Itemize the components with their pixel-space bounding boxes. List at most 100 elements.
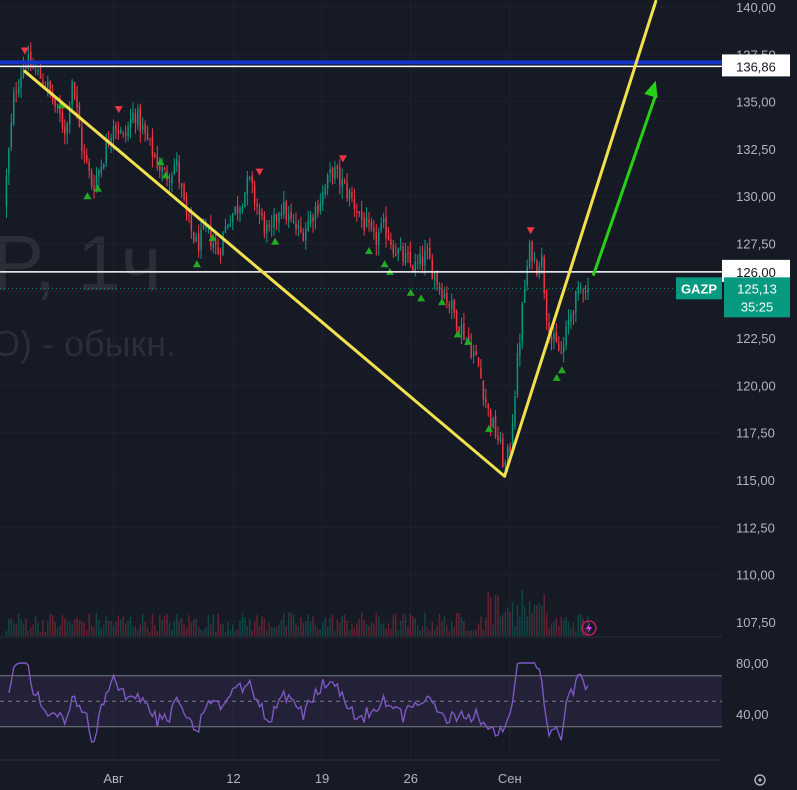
volume-bar [548, 628, 550, 636]
volume-bar [511, 602, 514, 636]
volume-bar [30, 627, 32, 636]
candle-body [37, 70, 39, 72]
candle-body [295, 223, 297, 230]
candle-body [541, 255, 543, 268]
candle-body [217, 247, 219, 255]
y-tick-label: 122,50 [736, 331, 776, 346]
candle-body [309, 214, 312, 224]
candle-body [188, 214, 190, 216]
volume-bar [397, 630, 399, 636]
candle-body [110, 137, 112, 142]
candle-body [319, 203, 322, 211]
volume-bar [273, 627, 275, 636]
candle-body [56, 103, 59, 107]
volume-bar [258, 626, 261, 636]
candle-body [105, 141, 107, 164]
volume-bar [433, 629, 436, 636]
volume-bar [212, 614, 214, 636]
candle-body [339, 166, 341, 185]
y-tick-label: 112,50 [736, 520, 775, 535]
candle-body [487, 403, 489, 409]
volume-bar [105, 616, 107, 636]
volume-bar [319, 629, 322, 636]
candle-body [480, 367, 482, 379]
volume-bar [149, 631, 151, 636]
candle-body [83, 151, 86, 153]
candle-body [49, 80, 51, 92]
price-chart[interactable]: P, 1ч O) - обыкн. 140,00137,50135,00132,… [0, 0, 797, 790]
volume-bar [202, 630, 205, 636]
candle-body [219, 252, 222, 254]
volume-bar [412, 615, 414, 636]
volume-bar [49, 613, 51, 636]
candle-body [407, 252, 409, 255]
volume-bar [326, 626, 329, 636]
candle-body [144, 123, 146, 133]
candle-body [195, 236, 197, 242]
volume-bar [159, 615, 161, 636]
volume-bar [275, 627, 278, 636]
volume-bar [98, 620, 100, 636]
candle-body [558, 343, 560, 351]
volume-bar [278, 624, 280, 636]
candle-body [472, 352, 475, 357]
candle-body [365, 217, 368, 228]
volume-bar [95, 613, 98, 636]
volume-bar [241, 612, 244, 636]
candle-body [424, 250, 426, 266]
volume-bar [129, 616, 132, 636]
candle-body [538, 265, 541, 275]
volume-bar [516, 604, 519, 636]
candle-body [397, 248, 399, 254]
bar-countdown: 35:25 [741, 299, 774, 314]
candle-body [156, 154, 159, 168]
volume-bar [15, 623, 17, 636]
volume-bar [570, 627, 572, 636]
volume-bar [567, 622, 570, 636]
candle-body [441, 288, 443, 299]
volume-bar [86, 630, 88, 636]
candle-body [587, 288, 589, 293]
candle-body [253, 184, 256, 204]
candle-body [173, 164, 176, 174]
candle-body [516, 353, 519, 395]
volume-bar [368, 625, 370, 636]
volume-bar [292, 614, 295, 636]
volume-bar [280, 619, 283, 636]
volume-bar [431, 621, 433, 636]
candle-body [34, 69, 37, 71]
candle-body [71, 81, 73, 105]
volume-bar [249, 618, 251, 636]
y-tick-label: 117,50 [736, 426, 775, 441]
volume-bar [5, 630, 8, 636]
volume-bar [227, 621, 229, 636]
volume-bar [120, 619, 122, 636]
volume-bar [251, 630, 253, 636]
volume-bar [229, 630, 232, 636]
candle-body [159, 165, 161, 171]
candle-body [212, 244, 214, 249]
candle-body [343, 179, 346, 183]
candle-body [446, 292, 448, 303]
candle-body [64, 126, 66, 135]
candle-body [149, 138, 151, 140]
candle-body [234, 206, 236, 215]
candle-body [5, 175, 8, 207]
candle-body [47, 81, 49, 87]
volume-bar [22, 623, 25, 636]
volume-bar [385, 628, 387, 636]
candle-body [392, 244, 395, 254]
volume-bar [154, 625, 156, 636]
symbol-tag: GAZP [681, 281, 717, 296]
volume-bar [480, 616, 482, 636]
candle-body [438, 286, 441, 288]
volume-bar [146, 627, 149, 636]
candle-body [436, 271, 438, 285]
volume-bar [341, 615, 343, 636]
candle-body [134, 113, 137, 124]
volume-bar [421, 626, 424, 636]
candle-body [141, 126, 144, 130]
candle-body [270, 225, 273, 227]
volume-bar [195, 618, 197, 636]
candle-body [380, 223, 382, 232]
